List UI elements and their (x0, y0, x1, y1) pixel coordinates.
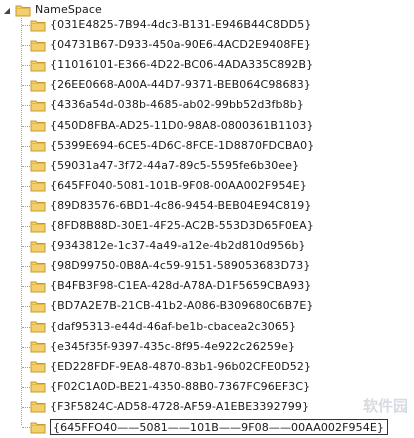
folder-icon (30, 79, 46, 92)
tree-guide-branch (22, 406, 30, 408)
tree-node-label: {59031a47-3f72-44a7-89c5-5595fe6b30ee} (50, 158, 300, 172)
tree-guide-branch (22, 386, 30, 388)
folder-icon (30, 159, 46, 172)
tree-node-label: {BD7A2E7B-21CB-41b2-A086-B309680C6B7E} (50, 299, 314, 313)
tree-guide-branch (22, 165, 30, 167)
tree-guide-branch (22, 145, 30, 147)
tree-node-label: {04731B67-D933-450a-90E6-4ACD2E9408FE} (50, 38, 312, 52)
tree-guide-branch (22, 266, 30, 268)
folder-icon (30, 400, 46, 413)
folder-icon (30, 99, 46, 112)
tree-node-label: {8FD8B88D-30E1-4F25-AC2B-553D3D65F0EA} (50, 219, 314, 232)
tree-guide-branch (22, 205, 30, 207)
folder-icon (30, 240, 46, 253)
expanded-triangle-icon[interactable]: ◢ (2, 5, 12, 15)
tree-node-label: {450D8FBA-AD25-11D0-98A8-0800361B1103} (50, 118, 314, 132)
tree-guide-branch (22, 246, 30, 248)
tree-node-key[interactable]: {9343812e-1c37-4a49-a12e-4b2d810d956b} (30, 236, 306, 256)
registry-tree: ◢ NameSpace 软件园 {031E4825-7B94-4dc3-B131… (0, 0, 414, 438)
tree-node-key[interactable]: {26EE0668-A00A-44D7-9371-BEB064C98683} (30, 75, 311, 95)
folder-icon (30, 360, 46, 373)
folder-icon (30, 320, 46, 333)
tree-node-key[interactable]: {BD7A2E7B-21CB-41b2-A086-B309680C6B7E} (30, 296, 314, 316)
tree-guide-branch (22, 286, 30, 288)
tree-node-key[interactable]: {B4FB3F98-C1EA-428d-A78A-D1F5659CBA93} (30, 276, 311, 296)
tree-guide-branch (22, 85, 30, 87)
watermark: 软件园 (362, 397, 408, 415)
tree-node-label: {89D83576-6BD1-4c86-9454-BEB04E94C819} (50, 198, 312, 212)
tree-guide-branch (22, 427, 30, 428)
tree-node-label: {4336a54d-038b-4685-ab02-99bb52d3fb8b} (50, 98, 304, 112)
tree-node-label: {F3F5824C-AD58-4728-AF59-A1EBE3392799} (50, 399, 310, 413)
folder-icon (30, 220, 46, 233)
tree-node-key[interactable]: {daf95313-e44d-46af-be1b-cbacea2c3065} (30, 317, 296, 337)
tree-node-label: {B4FB3F98-C1EA-428d-A78A-D1F5659CBA93} (50, 279, 312, 293)
tree-node-key[interactable]: {e345f35f-9397-435c-8f95-4e922c26259e} (30, 337, 295, 357)
tree-guide-line (21, 18, 22, 425)
tree-node-label: {ED228FDF-9EA8-4870-83b1-96b02CFE0D52} (50, 359, 312, 373)
folder-icon (30, 19, 46, 32)
folder-icon (30, 39, 46, 52)
tree-node-key[interactable]: {98D99750-0B8A-4c59-9151-589053683D73} (30, 256, 310, 276)
tree-guide-branch (22, 226, 30, 227)
tree-node-label: {daf95313-e44d-46af-be1b-cbacea2c3065} (50, 319, 297, 333)
folder-icon (30, 421, 46, 434)
tree-node-label: {5399E694-6CE5-4D6C-8FCE-1D8870FDCBA0} (50, 138, 315, 152)
folder-icon (15, 4, 31, 17)
folder-icon (30, 300, 46, 313)
tree-guide-branch (22, 65, 30, 67)
tree-node-key[interactable]: {F3F5824C-AD58-4728-AF59-A1EBE3392799} (30, 397, 309, 417)
folder-icon (30, 139, 46, 152)
tree-node-key[interactable]: {04731B67-D933-450a-90E6-4ACD2E9408FE} (30, 35, 311, 55)
tree-node-label: {11016101-E366-4D22-BC06-4ADA335C892B} (50, 58, 314, 72)
tree-guide-branch (22, 185, 30, 187)
tree-node-key[interactable]: {450D8FBA-AD25-11D0-98A8-0800361B1103} (30, 116, 314, 136)
folder-icon (30, 260, 46, 273)
tree-guide-branch (22, 366, 30, 368)
tree-node-editing[interactable]: {645FFO40——5081——101B——9F08——00AA002F954… (30, 417, 388, 437)
tree-node-label: {F02C1A0D-BE21-4350-88B0-7367FC96EF3C} (50, 379, 311, 393)
tree-node-key[interactable]: {5399E694-6CE5-4D6C-8FCE-1D8870FDCBA0} (30, 136, 314, 156)
tree-node-key[interactable]: {11016101-E366-4D22-BC06-4ADA335C892B} (30, 55, 313, 75)
tree-node-key[interactable]: {59031a47-3f72-44a7-89c5-5595fe6b30ee} (30, 156, 299, 176)
tree-node-key[interactable]: {031E4825-7B94-4dc3-B131-E946B44C8DD5} (30, 15, 311, 35)
tree-guide-branch (22, 125, 30, 127)
tree-node-label: {26EE0668-A00A-44D7-9371-BEB064C98683} (50, 78, 311, 92)
tree-node-label: {9343812e-1c37-4a49-a12e-4b2d810d956b} (50, 239, 306, 253)
tree-node-label: {645FF040-5081-101B-9F08-00AA002F954E} (50, 178, 307, 192)
folder-icon (30, 280, 46, 293)
tree-guide-branch (22, 326, 30, 328)
tree-guide-branch (22, 105, 30, 107)
tree-node-key[interactable]: {4336a54d-038b-4685-ab02-99bb52d3fb8b} (30, 95, 304, 115)
tree-node-key[interactable]: {645FF040-5081-101B-9F08-00AA002F954E} (30, 176, 307, 196)
tree-node-label: {e345f35f-9397-435c-8f95-4e922c26259e} (50, 339, 296, 353)
tree-guide-branch (22, 306, 30, 308)
tree-node-key[interactable]: {8FD8B88D-30E1-4F25-AC2B-553D3D65F0EA} (30, 216, 314, 236)
tree-node-key[interactable]: {89D83576-6BD1-4c86-9454-BEB04E94C819} (30, 196, 311, 216)
rename-input[interactable]: {645FFO40——5081——101B——9F08——00AA002F954… (50, 419, 388, 435)
folder-icon (30, 340, 46, 353)
tree-guide-branch (22, 346, 30, 348)
tree-guide-branch (22, 25, 30, 26)
folder-icon (30, 179, 46, 192)
tree-node-key[interactable]: {F02C1A0D-BE21-4350-88B0-7367FC96EF3C} (30, 377, 310, 397)
folder-icon (30, 119, 46, 132)
tree-node-key[interactable]: {ED228FDF-9EA8-4870-83b1-96b02CFE0D52} (30, 357, 311, 377)
tree-guide-branch (22, 45, 30, 47)
folder-icon (30, 380, 46, 393)
folder-icon (30, 59, 46, 72)
folder-icon (30, 199, 46, 212)
tree-node-label: {031E4825-7B94-4dc3-B131-E946B44C8DD5} (50, 18, 312, 31)
tree-node-label: {98D99750-0B8A-4c59-9151-589053683D73} (50, 259, 311, 273)
